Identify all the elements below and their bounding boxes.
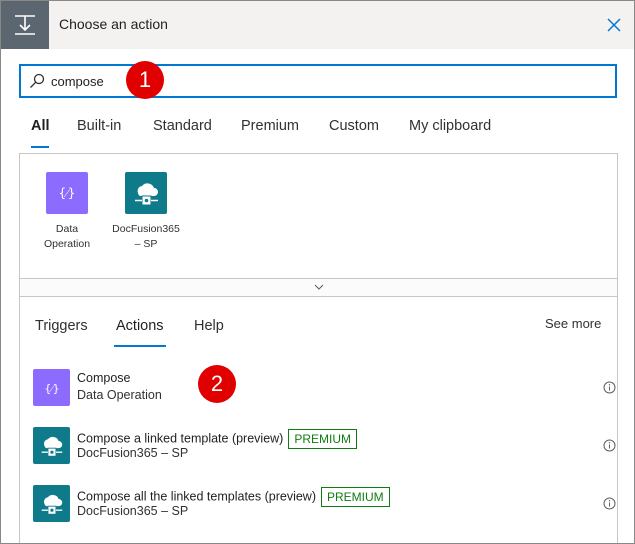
info-icon[interactable] (603, 381, 616, 394)
tab-all[interactable]: All (31, 118, 50, 134)
premium-badge: PREMIUM (321, 487, 390, 507)
action-title: Compose a linked template (preview) (77, 431, 284, 446)
data-operation-icon: {⁄} (33, 369, 70, 406)
connector-list: {⁄} Data Operation DocFusion365 – SP (19, 153, 618, 279)
docfusion-icon (33, 427, 70, 464)
premium-badge: PREMIUM (288, 429, 358, 449)
action-title: Compose all the linked templates (previe… (77, 489, 316, 504)
docfusion-icon (33, 485, 70, 522)
operation-icon (1, 1, 49, 49)
step-badge-1: 1 (126, 61, 164, 99)
connector-label: Data Operation (43, 223, 91, 250)
action-title: Compose (77, 371, 131, 385)
active-tab-indicator (31, 146, 49, 148)
see-more-link[interactable]: See more (545, 316, 601, 331)
connector-label: DocFusion365 – SP (112, 223, 180, 250)
info-icon[interactable] (603, 439, 616, 452)
search-box[interactable] (19, 64, 617, 98)
tab-actions[interactable]: Actions (116, 318, 164, 334)
svg-text:{⁄}: {⁄} (59, 186, 75, 200)
tab-standard[interactable]: Standard (153, 118, 212, 134)
choose-action-dialog: Choose an action 1 All Built-in Standard… (0, 0, 635, 544)
tab-premium[interactable]: Premium (241, 118, 299, 134)
tab-custom[interactable]: Custom (329, 118, 379, 134)
action-connector: DocFusion365 – SP (77, 504, 189, 518)
action-connector: Data Operation (77, 388, 162, 402)
results-panel: Triggers Actions Help See more 2 {⁄} Com… (19, 295, 618, 543)
dialog-title: Choose an action (59, 16, 168, 32)
action-compose-all-linked-templates[interactable]: Compose all the linked templates (previe… (30, 483, 616, 523)
action-connector: DocFusion365 – SP (77, 446, 189, 460)
tab-help[interactable]: Help (194, 318, 224, 334)
data-operation-icon: {⁄} (46, 172, 88, 214)
close-icon[interactable] (605, 16, 623, 34)
tab-built-in[interactable]: Built-in (77, 118, 121, 134)
chevron-down-icon (314, 284, 324, 290)
svg-text:{⁄}: {⁄} (44, 382, 59, 395)
connector-docfusion[interactable]: DocFusion365 – SP (106, 172, 186, 252)
active-subtab-indicator (114, 345, 166, 347)
action-compose-linked-template[interactable]: Compose a linked template (preview) PREMI… (30, 425, 616, 465)
tab-triggers[interactable]: Triggers (35, 318, 88, 334)
connector-data-operation[interactable]: {⁄} Data Operation (27, 172, 107, 252)
search-icon (30, 73, 45, 88)
action-compose[interactable]: {⁄} Compose Data Operation (30, 367, 616, 407)
info-icon[interactable] (603, 497, 616, 510)
tab-my-clipboard[interactable]: My clipboard (409, 118, 491, 134)
docfusion-icon (125, 172, 167, 214)
dialog-header: Choose an action (1, 1, 634, 49)
